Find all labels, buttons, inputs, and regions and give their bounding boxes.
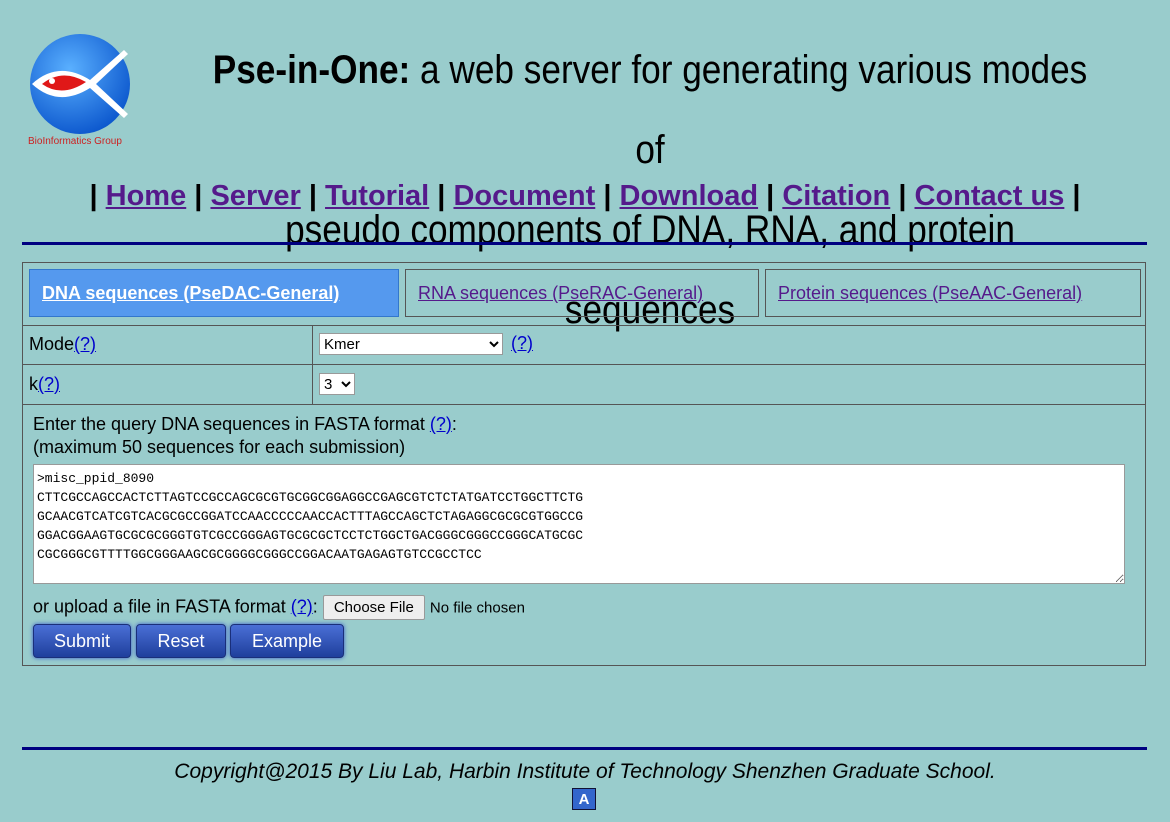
upload-label: or upload a file in FASTA format: [33, 596, 291, 617]
k-help-link[interactable]: (?): [38, 374, 60, 394]
k-row: k(?) 3: [23, 365, 1145, 405]
k-select[interactable]: 3: [319, 373, 355, 395]
nav-sep: |: [194, 180, 203, 212]
logo-caption: BioInformatics Group: [28, 136, 122, 147]
mode-help-link[interactable]: (?): [74, 334, 96, 354]
tab-rna[interactable]: RNA sequences (PseRAC-General): [405, 269, 759, 317]
mode-label-cell: Mode(?): [23, 325, 313, 364]
query-colon: :: [451, 414, 457, 434]
query-help-link[interactable]: (?): [430, 414, 452, 434]
nav-sep: |: [766, 180, 775, 212]
no-file-status: No file chosen: [429, 599, 525, 617]
nav-sep: |: [1072, 180, 1081, 212]
nav-home-link[interactable]: Home: [106, 180, 187, 212]
top-divider: [22, 242, 1147, 245]
example-button[interactable]: Example: [230, 624, 344, 658]
submit-button[interactable]: Submit: [33, 624, 131, 658]
nav-sep: |: [603, 180, 612, 212]
nav-server-link[interactable]: Server: [210, 180, 300, 212]
title-bold: Pse-in-One:: [212, 48, 411, 92]
upload-help-link[interactable]: (?): [291, 596, 313, 616]
nav-sep: |: [89, 180, 98, 212]
tab-rna-link[interactable]: RNA sequences (PseRAC-General): [418, 283, 703, 303]
nav-sep: |: [308, 180, 317, 212]
nav-citation-link[interactable]: Citation: [782, 180, 890, 212]
nav-document-link[interactable]: Document: [453, 180, 595, 212]
footer-copyright: Copyright@2015 By Liu Lab, Harbin Instit…: [174, 760, 996, 783]
nav-tutorial-link[interactable]: Tutorial: [325, 180, 429, 212]
bioinformatics-logo: BioInformatics Group: [28, 32, 138, 152]
tab-dna-link[interactable]: DNA sequences (PseDAC-General): [42, 283, 339, 303]
tab-dna[interactable]: DNA sequences (PseDAC-General): [29, 269, 399, 317]
title-line1: a web server for generating various mode…: [410, 48, 1088, 172]
sequence-type-tabs: DNA sequences (PseDAC-General) RNA seque…: [23, 263, 1145, 326]
nav-sep: |: [898, 180, 907, 212]
mode-select-help-link[interactable]: (?): [511, 333, 533, 354]
query-limit-note: (maximum 50 sequences for each submissio…: [33, 437, 406, 457]
nav-sep: |: [437, 180, 446, 212]
nav-contact-link[interactable]: Contact us: [915, 180, 1065, 212]
mode-row: Mode(?) Kmer (?): [23, 325, 1145, 365]
tab-protein-link[interactable]: Protein sequences (PseAAC-General): [778, 283, 1082, 303]
query-label: Enter the query DNA sequences in FASTA f…: [33, 414, 430, 434]
accessibility-icon[interactable]: A: [572, 788, 596, 810]
nav-download-link[interactable]: Download: [620, 180, 759, 212]
fish-logo-icon: [30, 34, 130, 134]
mode-label: Mode: [29, 334, 75, 354]
reset-button[interactable]: Reset: [136, 624, 226, 658]
tab-protein[interactable]: Protein sequences (PseAAC-General): [765, 269, 1141, 317]
server-form-panel: DNA sequences (PseDAC-General) RNA seque…: [22, 262, 1146, 666]
k-label-cell: k(?): [23, 365, 313, 404]
choose-file-button[interactable]: Choose File: [322, 595, 425, 620]
upload-row: or upload a file in FASTA format (?): Ch…: [33, 595, 525, 620]
mode-select[interactable]: Kmer: [319, 333, 503, 355]
main-nav: | Home | Server | Tutorial | Document | …: [0, 180, 1170, 213]
query-instructions: Enter the query DNA sequences in FASTA f…: [33, 413, 457, 459]
sequence-textarea[interactable]: >misc_ppid_8090 CTTCGCCAGCCACTCTTAGTCCGC…: [33, 464, 1125, 584]
k-label: k: [29, 374, 38, 394]
bottom-divider: [22, 747, 1147, 750]
